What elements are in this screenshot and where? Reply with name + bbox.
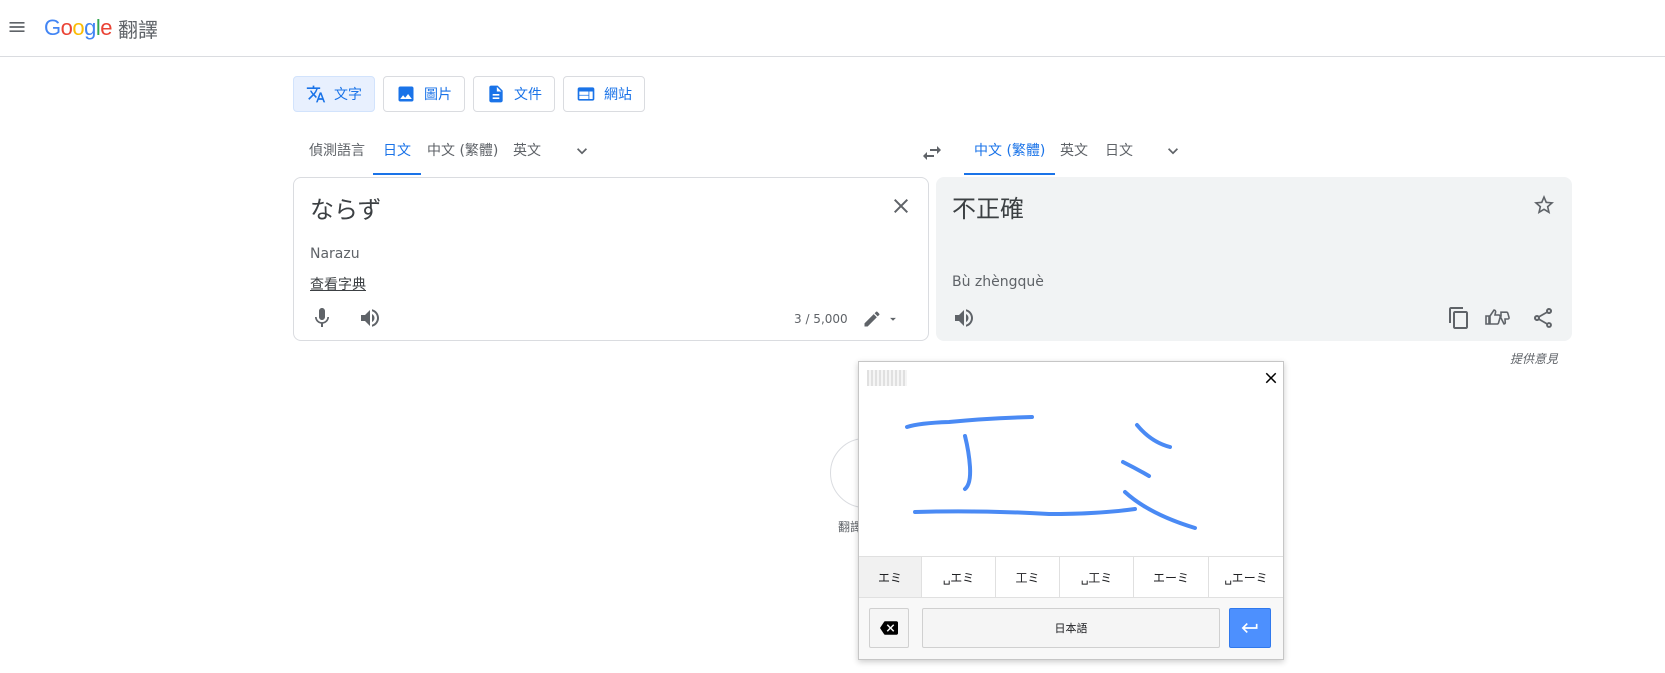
translate-icon bbox=[306, 85, 326, 103]
handwriting-input-pad[interactable]: エミ ␣エミ 工ミ ␣工ミ エーミ ␣エーミ 日本語 bbox=[858, 361, 1284, 660]
target-lang-more-chevron-down-icon[interactable] bbox=[1163, 141, 1183, 161]
ink-stroke bbox=[913, 507, 1137, 516]
close-pad-close-icon[interactable] bbox=[1262, 369, 1280, 387]
candidate-item[interactable]: エーミ bbox=[1134, 557, 1209, 597]
source-lang-more-chevron-down-icon[interactable] bbox=[572, 141, 592, 161]
mode-document-button[interactable]: 文件 bbox=[473, 76, 555, 112]
pad-controls: 日本語 bbox=[859, 598, 1283, 659]
mode-document-label: 文件 bbox=[514, 87, 542, 103]
source-text-input[interactable]: ならず bbox=[310, 190, 382, 225]
pad-drag-handle[interactable] bbox=[867, 370, 907, 386]
website-icon bbox=[577, 87, 595, 101]
ink-stroke bbox=[963, 434, 973, 491]
mode-text-button[interactable]: 文字 bbox=[293, 76, 375, 112]
ink-stroke bbox=[905, 415, 1034, 429]
handwriting-canvas[interactable] bbox=[859, 392, 1283, 556]
send-feedback-link[interactable]: 提供意見 bbox=[1510, 350, 1558, 367]
listen-source-speaker-icon[interactable] bbox=[358, 306, 382, 330]
source-text-panel[interactable]: ならず Narazu 查看字典 3 / 5,000 bbox=[293, 177, 929, 341]
view-dictionary-link[interactable]: 查看字典 bbox=[310, 274, 366, 294]
character-counter: 3 / 5,000 bbox=[794, 312, 848, 326]
main-menu-icon[interactable] bbox=[7, 17, 27, 37]
source-lang-chinese-traditional[interactable]: 中文 (繁體) bbox=[427, 140, 498, 174]
translation-panel: 不正確 Bù zhèngquè bbox=[936, 177, 1572, 341]
target-lang-chinese-traditional[interactable]: 中文 (繁體) bbox=[963, 140, 1056, 175]
candidate-item[interactable]: エミ bbox=[859, 557, 922, 597]
source-lang-detect[interactable]: 偵測語言 bbox=[309, 140, 365, 174]
enter-icon bbox=[1241, 623, 1258, 633]
mode-text-label: 文字 bbox=[334, 87, 362, 103]
save-translation-star-icon[interactable] bbox=[1532, 193, 1556, 217]
translation-output: 不正確 bbox=[952, 195, 1024, 223]
mode-image-label: 圖片 bbox=[424, 87, 452, 103]
input-tools-caret-down-icon[interactable] bbox=[886, 311, 900, 325]
google-wordmark: Google bbox=[44, 15, 113, 40]
listen-translation-speaker-icon[interactable] bbox=[952, 306, 976, 330]
clear-source-close-icon[interactable] bbox=[889, 194, 913, 218]
ink-stroke bbox=[1121, 460, 1151, 478]
candidate-item[interactable]: 工ミ bbox=[996, 557, 1060, 597]
candidate-bar: エミ ␣エミ 工ミ ␣工ミ エーミ ␣エーミ bbox=[859, 556, 1283, 598]
mode-image-button[interactable]: 圖片 bbox=[383, 76, 465, 112]
image-icon bbox=[398, 86, 414, 102]
backspace-button[interactable] bbox=[869, 608, 909, 648]
candidate-item[interactable]: ␣エーミ bbox=[1209, 557, 1283, 597]
enter-button[interactable] bbox=[1229, 608, 1271, 648]
document-icon bbox=[489, 85, 503, 103]
app-header: Google 翻譯 bbox=[0, 0, 1665, 57]
ink-stroke bbox=[1135, 423, 1172, 449]
source-lang-japanese[interactable]: 日文 bbox=[373, 140, 421, 175]
translation-romanization: Bù zhèngquè bbox=[952, 274, 1044, 290]
target-lang-japanese[interactable]: 日文 bbox=[1105, 140, 1133, 174]
candidate-item[interactable]: ␣エミ bbox=[922, 557, 996, 597]
pad-language-button[interactable]: 日本語 bbox=[922, 608, 1220, 648]
voice-input-mic-icon[interactable] bbox=[310, 306, 334, 330]
target-lang-english[interactable]: 英文 bbox=[1060, 140, 1088, 174]
share-translation-icon[interactable] bbox=[1531, 306, 1555, 330]
rate-translation-thumbs-icon[interactable] bbox=[1484, 306, 1512, 330]
mode-website-label: 網站 bbox=[604, 87, 632, 103]
candidate-item[interactable]: ␣工ミ bbox=[1060, 557, 1134, 597]
product-name: 翻譯 bbox=[118, 17, 159, 42]
handwrite-pencil-icon[interactable] bbox=[862, 309, 882, 329]
backspace-icon bbox=[880, 621, 898, 635]
swap-languages-icon[interactable] bbox=[920, 141, 944, 165]
source-lang-english[interactable]: 英文 bbox=[513, 140, 541, 174]
mode-website-button[interactable]: 網站 bbox=[563, 76, 645, 112]
copy-translation-icon[interactable] bbox=[1447, 306, 1471, 330]
google-translate-logo[interactable]: Google 翻譯 bbox=[44, 12, 158, 44]
source-romanization: Narazu bbox=[310, 246, 360, 262]
